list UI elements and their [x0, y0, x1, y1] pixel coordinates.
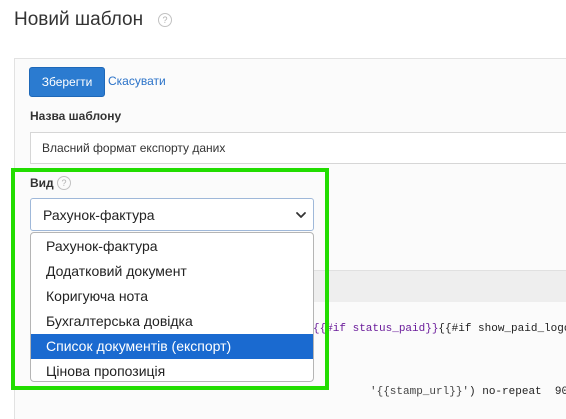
editor-header — [314, 270, 566, 304]
code-line: {{#if status_paid}}{{#if show_paid_logo} — [313, 323, 566, 335]
cancel-link[interactable]: Скасувати — [108, 74, 166, 88]
type-label: Вид — [30, 176, 54, 190]
code-line: '{{stamp_url}}') no-repeat 90 — [370, 386, 566, 398]
dropdown-option[interactable]: Цінова пропозиція — [31, 359, 313, 381]
page-title: Новий шаблон — [14, 9, 144, 30]
type-select-value: Рахунок-фактура — [43, 207, 155, 223]
chevron-down-icon — [296, 212, 306, 218]
type-dropdown-list: Рахунок-фактура Додатковий документ Кори… — [30, 232, 314, 382]
dropdown-option-selected[interactable]: Список документів (експорт) — [31, 334, 313, 359]
save-button[interactable]: Зберегти — [29, 67, 105, 97]
template-name-input[interactable] — [30, 132, 566, 164]
template-name-label: Назва шаблону — [30, 109, 122, 123]
help-icon[interactable]: ? — [57, 176, 71, 190]
dropdown-option[interactable]: Коригуюча нота — [31, 284, 313, 309]
help-icon[interactable]: ? — [158, 13, 172, 27]
type-select[interactable]: Рахунок-фактура — [30, 198, 314, 231]
dropdown-option[interactable]: Додатковий документ — [31, 259, 313, 284]
dropdown-option[interactable]: Рахунок-фактура — [31, 234, 313, 259]
dropdown-option[interactable]: Бухгалтерська довідка — [31, 309, 313, 334]
